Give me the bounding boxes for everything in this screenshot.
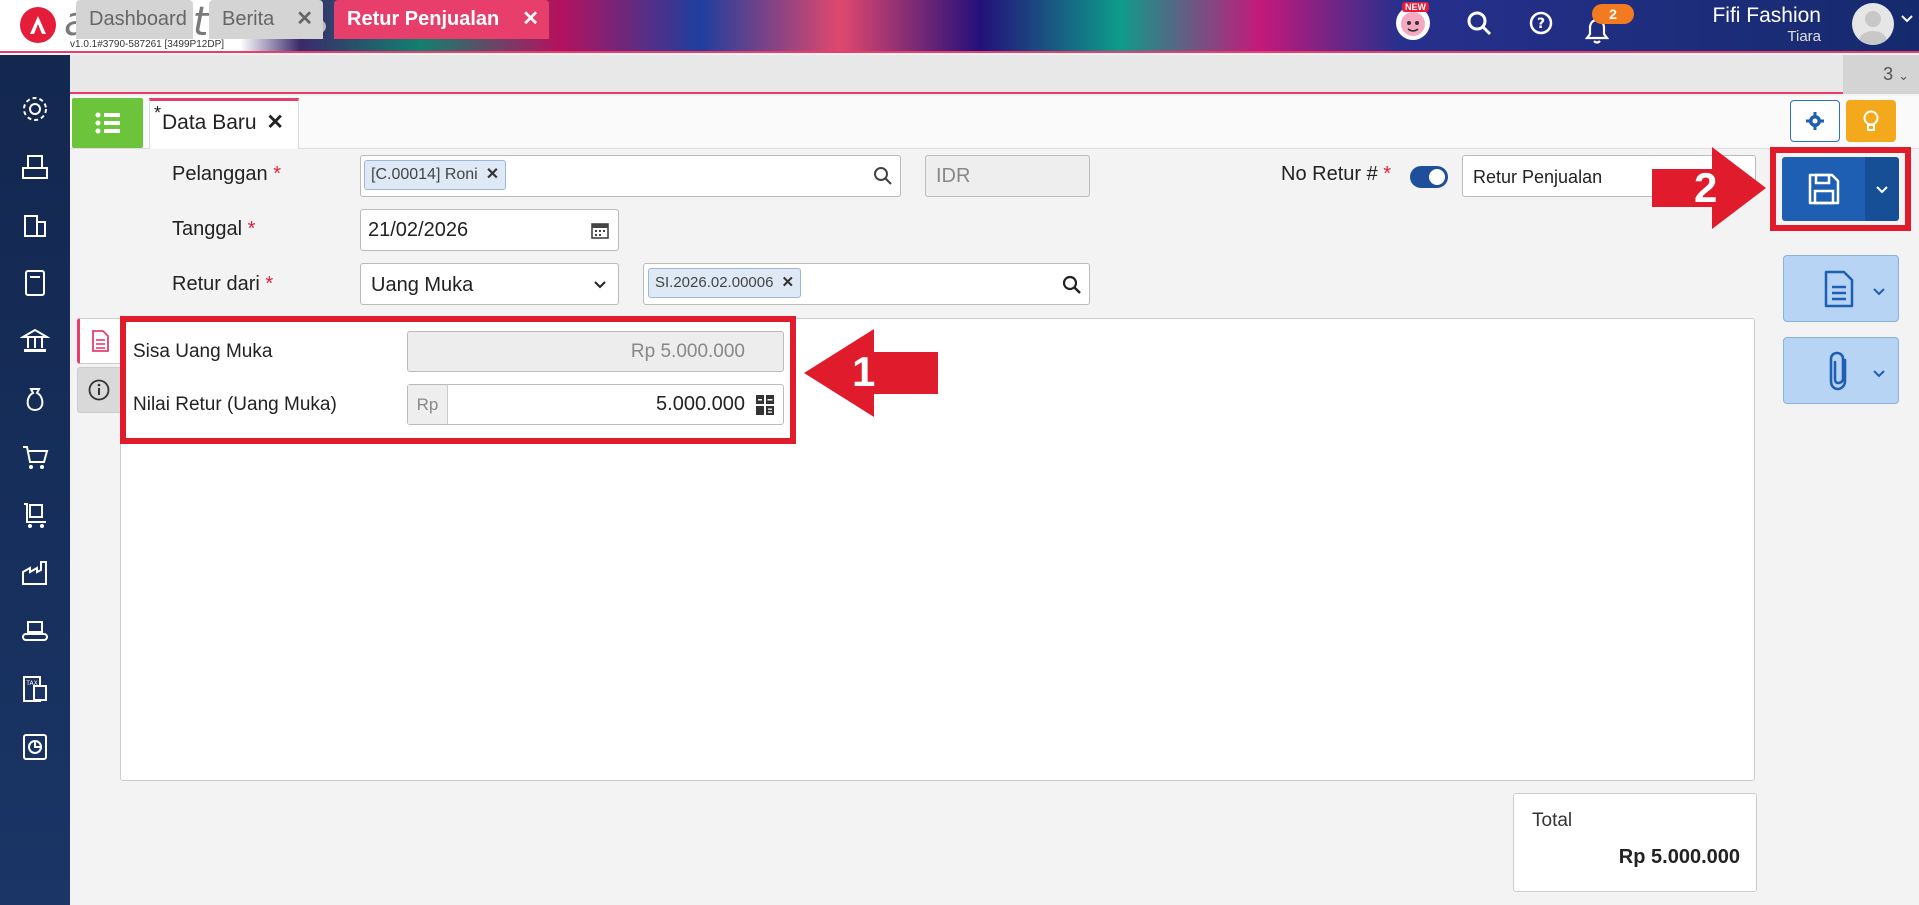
close-icon[interactable]: ✕ bbox=[296, 0, 313, 39]
pelanggan-chip-label: [C.00014] Roni bbox=[371, 166, 478, 183]
notification-count-badge: 2 bbox=[1592, 4, 1634, 24]
total-box: Total Rp 5.000.000 bbox=[1513, 793, 1757, 892]
print-document-button[interactable] bbox=[1783, 255, 1899, 322]
retur-dari-select[interactable]: Uang Muka bbox=[360, 263, 619, 305]
tab-retur-penjualan[interactable]: Retur Penjualan ✕ bbox=[334, 0, 549, 39]
list-view-button[interactable] bbox=[72, 98, 143, 148]
no-retur-label: No Retur # * bbox=[1281, 163, 1392, 185]
document-icon bbox=[1824, 270, 1854, 308]
user-name: Tiara bbox=[1787, 28, 1821, 45]
user-menu-chevron-icon[interactable] bbox=[1900, 12, 1914, 31]
auto-number-toggle[interactable] bbox=[1410, 166, 1448, 188]
save-options-dropdown[interactable] bbox=[1865, 157, 1899, 221]
search-icon[interactable] bbox=[1462, 6, 1496, 40]
floppy-disk-icon bbox=[1808, 173, 1839, 205]
tab-count-label: 3 bbox=[1883, 64, 1894, 84]
version-label: v1.0.1#3790-587261 [3499P12DP] bbox=[70, 39, 225, 50]
tanggal-value: 21/02/2026 bbox=[368, 219, 469, 241]
money-bag-icon[interactable] bbox=[17, 381, 53, 417]
new-badge: NEW bbox=[1402, 2, 1429, 12]
help-icon[interactable]: ? bbox=[1524, 6, 1558, 40]
modified-marker: * bbox=[154, 103, 162, 123]
pelanggan-label: Pelanggan * bbox=[172, 163, 282, 185]
currency-value: IDR bbox=[936, 165, 971, 187]
info-icon bbox=[88, 379, 110, 401]
close-icon[interactable]: ✕ bbox=[486, 166, 499, 183]
tab-count-dropdown[interactable]: 3 ⌄ bbox=[1843, 55, 1919, 94]
settings-icon[interactable] bbox=[17, 91, 53, 127]
chevron-down-icon bbox=[1873, 288, 1885, 296]
trolley-box-icon[interactable] bbox=[17, 497, 53, 533]
chevron-down-icon: ⌄ bbox=[1898, 68, 1909, 83]
close-icon[interactable]: ✕ bbox=[266, 101, 284, 145]
document-tab-label: Data Baru bbox=[162, 111, 257, 134]
toggle-knob bbox=[1429, 169, 1445, 185]
settings-button[interactable] bbox=[1790, 100, 1840, 142]
shopping-cart-icon[interactable] bbox=[17, 439, 53, 475]
total-value: Rp 5.000.000 bbox=[1618, 846, 1740, 868]
currency-field: IDR bbox=[925, 155, 1090, 197]
info-tab[interactable] bbox=[77, 367, 120, 413]
gear-icon bbox=[1806, 112, 1824, 130]
avatar[interactable] bbox=[1852, 3, 1894, 45]
tab-berita[interactable]: Berita ✕ bbox=[209, 0, 323, 39]
tab-dashboard-label: Dashboard bbox=[89, 8, 187, 30]
step1-number: 1 bbox=[852, 348, 876, 395]
detail-tab[interactable] bbox=[77, 318, 120, 364]
document-toolbar bbox=[70, 96, 1919, 149]
save-button[interactable] bbox=[1782, 157, 1865, 221]
close-icon[interactable]: ✕ bbox=[781, 274, 794, 291]
invoice-chip[interactable]: SI.2026.02.00006 ✕ bbox=[648, 268, 802, 298]
tanggal-field[interactable]: 21/02/2026 bbox=[360, 209, 619, 251]
highlight-box-step1 bbox=[120, 316, 796, 444]
lightbulb-icon bbox=[1863, 110, 1879, 131]
calendar-icon[interactable] bbox=[591, 221, 609, 244]
ledger-book-icon[interactable] bbox=[17, 265, 53, 301]
report-chart-icon[interactable] bbox=[17, 729, 53, 765]
list-icon bbox=[95, 112, 120, 134]
svg-text:?: ? bbox=[1537, 16, 1545, 32]
chevron-down-icon bbox=[1873, 370, 1885, 378]
tax-document-icon[interactable]: TAX bbox=[17, 671, 53, 707]
inbox-tray-icon[interactable] bbox=[17, 149, 53, 185]
sidebar: TAX bbox=[0, 55, 70, 905]
retur-dari-value: Uang Muka bbox=[371, 274, 474, 296]
tips-button[interactable] bbox=[1846, 100, 1896, 142]
document-tab-data-baru[interactable]: * Data Baru ✕ bbox=[149, 98, 299, 149]
chevron-down-icon bbox=[1876, 186, 1888, 194]
close-icon[interactable]: ✕ bbox=[522, 0, 539, 39]
search-icon[interactable] bbox=[873, 166, 893, 191]
step2-number: 2 bbox=[1694, 164, 1718, 211]
total-label: Total bbox=[1532, 810, 1573, 831]
conveyor-icon[interactable] bbox=[17, 613, 53, 649]
factory-icon[interactable] bbox=[17, 555, 53, 591]
search-icon[interactable] bbox=[1062, 275, 1082, 300]
tanggal-label: Tanggal * bbox=[172, 218, 256, 240]
bank-icon[interactable] bbox=[17, 323, 53, 359]
paperclip-icon bbox=[1829, 351, 1847, 391]
building-icon[interactable] bbox=[17, 207, 53, 243]
no-retur-value: Retur Penjualan bbox=[1473, 167, 1603, 187]
document-icon bbox=[92, 330, 109, 352]
chevron-down-icon bbox=[593, 278, 607, 297]
svg-text:TAX: TAX bbox=[25, 680, 37, 687]
retur-dari-label: Retur dari * bbox=[172, 273, 274, 295]
pelanggan-chip[interactable]: [C.00014] Roni ✕ bbox=[364, 160, 507, 190]
attachment-button[interactable] bbox=[1783, 337, 1899, 404]
tab-retur-penjualan-label: Retur Penjualan bbox=[347, 8, 500, 30]
tab-bar bbox=[70, 55, 1919, 94]
invoice-chip-label: SI.2026.02.00006 bbox=[655, 274, 774, 291]
logo-mark-icon bbox=[20, 7, 56, 43]
tab-dashboard[interactable]: Dashboard bbox=[76, 0, 193, 39]
company-name[interactable]: Fifi Fashion bbox=[1712, 4, 1821, 28]
tab-berita-label: Berita bbox=[222, 8, 275, 30]
